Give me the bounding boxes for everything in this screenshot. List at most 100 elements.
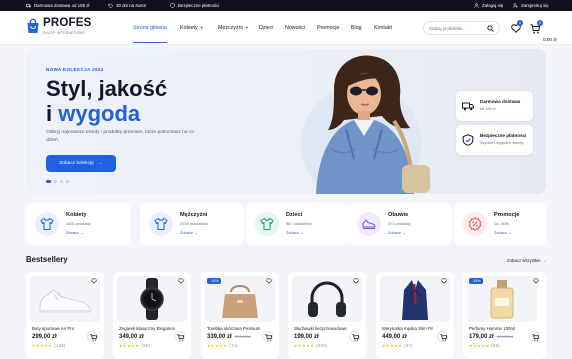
hero-title: Styl, jakość i wygoda xyxy=(46,76,167,126)
category-link[interactable]: Zobacz → xyxy=(388,230,406,235)
login-link[interactable]: Zaloguj się xyxy=(474,3,503,8)
product-name[interactable]: Buty sportowe Air Pro xyxy=(32,326,74,331)
carousel-dot[interactable] xyxy=(66,180,69,183)
product-name[interactable]: Perfumy Homme 100ml xyxy=(469,326,515,331)
tshirt-icon xyxy=(154,217,168,230)
category-card-kids[interactable]: Dzieci 987 produktów Zobacz → xyxy=(246,203,350,245)
cart-icon xyxy=(90,334,97,341)
product-rating: ★★★★★ (58) xyxy=(469,343,500,348)
cart-total[interactable]: 0,00 zł xyxy=(543,37,557,42)
heart-icon[interactable] xyxy=(352,277,360,285)
category-card-women[interactable]: Kobiety 1403 produkty Zobacz → xyxy=(26,203,130,245)
price-current: 179,00 zł xyxy=(469,334,494,340)
star-icons: ★★★★★ xyxy=(119,343,140,348)
product-price: 449,00 zł xyxy=(382,334,407,340)
product-card[interactable]: Marynarka męska Slim Fit 449,00 zł ★★★★★… xyxy=(376,272,454,359)
category-card-promotions[interactable]: Promocje Do -50% Zobacz → xyxy=(454,203,546,245)
category-icon-circle xyxy=(35,212,59,236)
add-to-cart-button[interactable] xyxy=(262,331,273,342)
category-name: Kobiety xyxy=(66,212,87,218)
shopping-bag-logo-icon[interactable] xyxy=(26,18,40,34)
product-name[interactable]: Słuchawki bezprzewodowe xyxy=(294,326,347,331)
heart-icon[interactable] xyxy=(177,277,185,285)
topbar-shipping-text: Darmowa dostawa od 199 zł xyxy=(34,3,90,8)
nav-men-label: Mężczyźni xyxy=(218,25,243,31)
feature-secure-payments: Bezpieczne płatności Szybkie i wygodne z… xyxy=(456,125,533,155)
heart-icon[interactable] xyxy=(440,277,448,285)
product-card[interactable]: Słuchawki bezprzewodowe 199,00 zł ★★★★★(… xyxy=(288,272,366,359)
heart-icon[interactable] xyxy=(265,277,273,285)
add-to-cart-button[interactable] xyxy=(174,331,185,342)
product-card[interactable]: Zegarek klasyczny Elegance 349,00 zł ★★★… xyxy=(113,272,191,359)
category-count: 987 produktów xyxy=(286,221,312,226)
product-price: 179,00 zł 209,00 zł xyxy=(469,334,513,340)
see-all-link[interactable]: Zobacz wszystkie → xyxy=(507,258,546,263)
product-name[interactable]: Zegarek klasyczny Elegance xyxy=(119,326,175,331)
add-to-cart-button[interactable] xyxy=(87,331,98,342)
nav-women-label: Kobiety xyxy=(180,25,198,31)
product-card[interactable]: -15% Perfumy Homme 100ml 179,00 zł 209,00… xyxy=(463,272,546,359)
hero-title-line1: Styl, jakość xyxy=(46,76,168,101)
register-link[interactable]: Zarejestruj się xyxy=(513,3,549,8)
heart-icon[interactable] xyxy=(532,277,540,285)
search-input[interactable] xyxy=(429,25,484,32)
nav-new[interactable]: Nowości xyxy=(285,25,305,31)
nav-contact[interactable]: Kontakt xyxy=(374,25,392,31)
feature-title: Darmowa dostawa xyxy=(480,99,521,104)
discount-badge: -15% xyxy=(207,278,222,284)
carousel-dot[interactable] xyxy=(46,180,51,183)
star-icons: ★★★★★ xyxy=(382,343,403,348)
price-current: 339,00 zł xyxy=(207,334,232,340)
nav-women[interactable]: Kobiety ▼ xyxy=(180,25,204,31)
product-rating: ★★★★★ (74) xyxy=(207,343,238,348)
category-card-shoes[interactable]: Obuwie 674 produkty Zobacz → xyxy=(348,203,452,245)
search-icon[interactable] xyxy=(487,25,494,32)
category-link[interactable]: Zobacz → xyxy=(180,230,198,235)
bestsellers-title: Bestsellery xyxy=(26,255,68,264)
hero-tag: NOWA KOLEKCJA 2024 xyxy=(46,67,104,72)
arrow-right-icon: → xyxy=(97,161,103,166)
wishlist-count-badge: 0 xyxy=(517,20,523,26)
price-current: 199,00 zł xyxy=(294,334,319,340)
product-rating: ★★★★★ (96) xyxy=(119,343,150,348)
price-old: 399,00 zł xyxy=(234,334,251,339)
nav-promotions[interactable]: Promocje xyxy=(317,25,339,31)
nav-men[interactable]: Mężczyźni ▼ xyxy=(218,25,249,31)
add-to-cart-button[interactable] xyxy=(529,331,540,342)
shield-check-icon xyxy=(462,134,474,146)
add-to-cart-button[interactable] xyxy=(437,331,448,342)
register-link-text: Zarejestruj się xyxy=(521,3,549,8)
cart-icon xyxy=(265,334,272,341)
category-link[interactable]: Zobacz → xyxy=(66,230,84,235)
user-plus-icon xyxy=(513,3,518,8)
product-name[interactable]: Torebka skórzana Premium xyxy=(207,326,260,331)
discount-badge: -15% xyxy=(469,278,484,284)
nav-blog[interactable]: Blog xyxy=(351,25,362,31)
nav-kids[interactable]: Dzieci xyxy=(259,25,273,31)
add-to-cart-button[interactable] xyxy=(349,331,360,342)
product-name[interactable]: Marynarka męska Slim Fit xyxy=(382,326,433,331)
nav-home[interactable]: Strona główna xyxy=(133,25,167,31)
category-card-men[interactable]: Mężczyźni 2108 produktów Zobacz → xyxy=(140,203,244,245)
main-header: PROFES SKLEP INTERNETOWY Strona główna K… xyxy=(0,11,572,45)
top-info-bar: Darmowa dostawa od 199 zł 30 dni na zwro… xyxy=(0,0,572,11)
topbar-shipping: Darmowa dostawa od 199 zł xyxy=(26,3,89,8)
star-icons: ★★★★★ xyxy=(32,343,53,348)
carousel-dot[interactable] xyxy=(60,180,63,183)
category-icon-circle xyxy=(149,212,173,236)
review-count: (67) xyxy=(404,343,413,348)
category-link[interactable]: Zobacz → xyxy=(494,230,512,235)
category-name: Promocje xyxy=(494,212,520,218)
heart-icon[interactable] xyxy=(90,277,98,285)
category-icon-circle xyxy=(463,212,487,236)
topbar-returns: 30 dni na zwrot xyxy=(108,3,146,8)
view-collection-button[interactable]: Zobacz kolekcję → xyxy=(46,155,116,172)
product-card[interactable]: -15% Torebka skórzana Premium 339,00 zł 3… xyxy=(201,272,279,359)
carousel-dot[interactable] xyxy=(54,180,57,183)
review-count: (128) xyxy=(54,343,66,348)
hero-banner: NOWA KOLEKCJA 2024 Styl, jakość i wygoda… xyxy=(26,49,546,194)
category-link[interactable]: Zobacz → xyxy=(286,230,304,235)
product-card[interactable]: Buty sportowe Air Pro 299,00 zł ★★★★★ (12… xyxy=(26,272,104,359)
brand-name[interactable]: PROFES xyxy=(43,17,92,29)
price-current: 299,00 zł xyxy=(32,334,57,340)
